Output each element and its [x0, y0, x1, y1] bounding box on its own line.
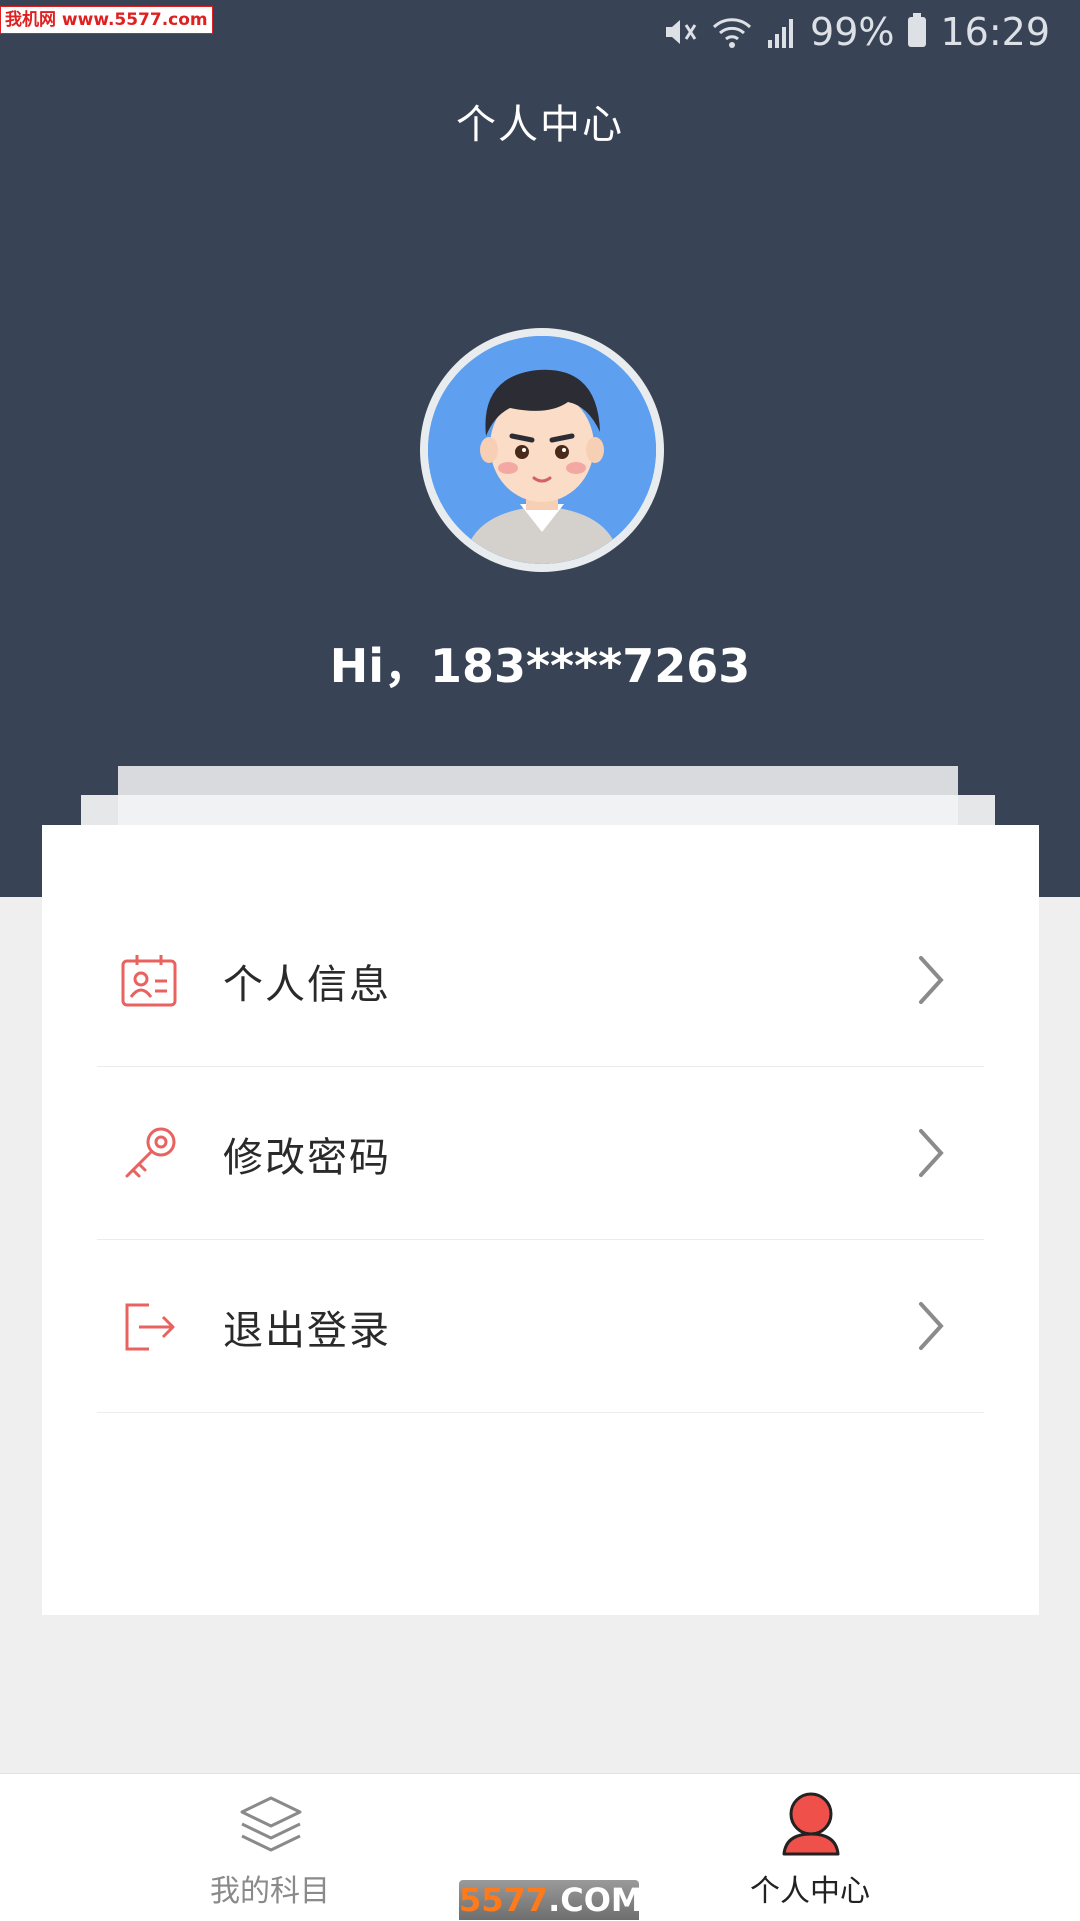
card-stack-highlight — [118, 795, 958, 825]
watermark-top: 我机网 www.5577.com — [0, 6, 213, 34]
user-greeting: Hi，183****7263 — [329, 639, 751, 693]
avatar[interactable] — [420, 328, 664, 572]
menu-item-personal-info[interactable]: 个人信息 — [97, 894, 984, 1067]
status-bar: 我机网 www.5577.com 99% 16:29 — [0, 0, 1080, 64]
menu-item-label: 个人信息 — [223, 962, 391, 1008]
watermark-domain: .COM — [548, 1881, 643, 1919]
tab-personal-center[interactable]: 个人中心 — [660, 1774, 960, 1921]
watermark-bottom: 5577.COM — [459, 1880, 643, 1920]
chevron-right-icon — [916, 1300, 946, 1352]
id-card-icon — [119, 951, 179, 1011]
watermark-number: 5577 — [459, 1881, 549, 1919]
tab-my-subjects[interactable]: 我的科目 — [120, 1774, 420, 1921]
key-icon — [119, 1124, 179, 1184]
clock: 16:29 — [940, 10, 1050, 54]
user-icon — [778, 1792, 844, 1858]
menu-item-logout[interactable]: 退出登录 — [97, 1240, 984, 1413]
logout-icon — [119, 1297, 179, 1357]
menu-item-change-password[interactable]: 修改密码 — [97, 1067, 984, 1240]
menu-item-label: 退出登录 — [223, 1308, 391, 1354]
chevron-right-icon — [916, 1127, 946, 1179]
chevron-right-icon — [916, 954, 946, 1006]
menu-item-label: 修改密码 — [223, 1135, 391, 1181]
status-icons: 99% 16:29 — [662, 10, 1050, 54]
signal-icon — [766, 16, 796, 48]
avatar-illustration — [428, 336, 656, 564]
mute-icon — [662, 15, 698, 49]
layers-icon — [238, 1792, 304, 1858]
battery-percent: 99% — [810, 10, 895, 54]
tab-label: 我的科目 — [210, 1874, 330, 1909]
tab-label: 个人中心 — [750, 1874, 870, 1909]
wifi-icon — [712, 15, 752, 49]
page-title: 个人中心 — [456, 102, 624, 148]
battery-icon — [908, 13, 927, 47]
